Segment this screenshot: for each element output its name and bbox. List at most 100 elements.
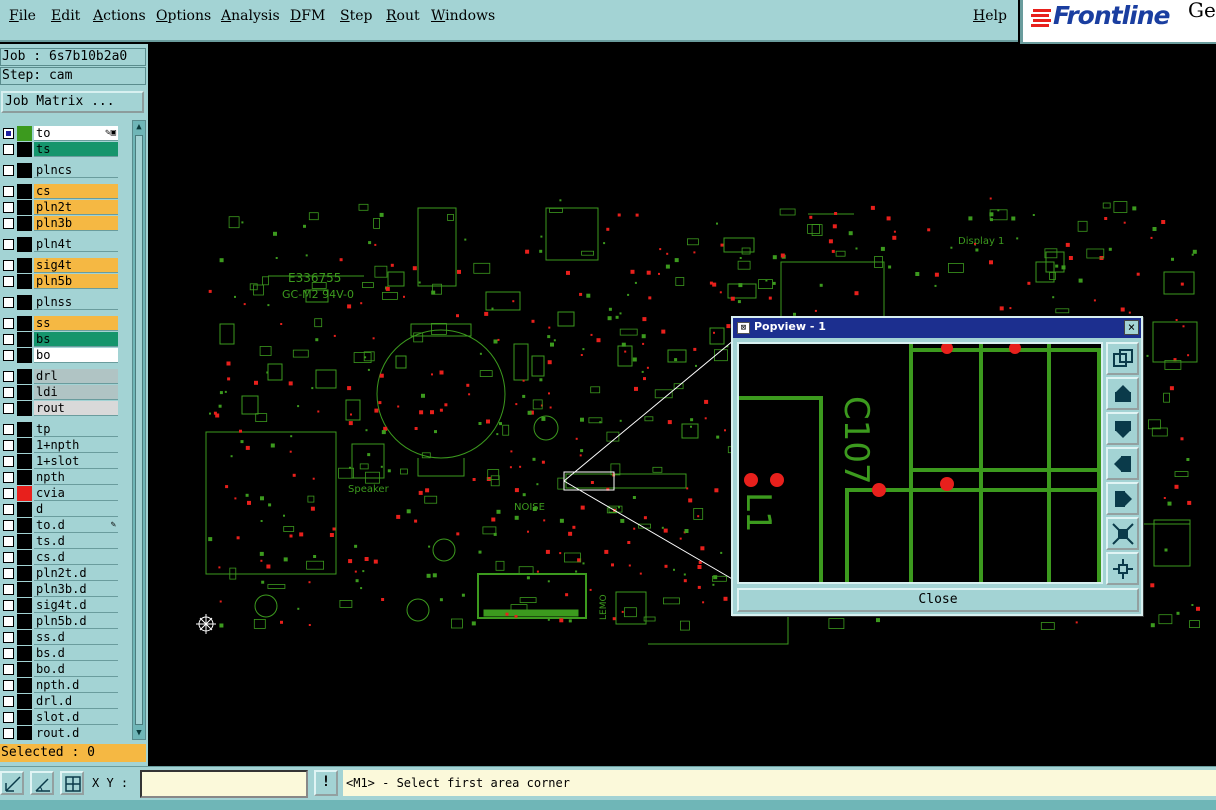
menu-rout[interactable]: Rout: [386, 8, 420, 24]
graphic-canvas[interactable]: E336755 GC-M2 94V-0 Display 1 Speaker NO…: [148, 44, 1216, 766]
layer-color-swatch[interactable]: [17, 470, 32, 485]
menu-actions[interactable]: Actions: [93, 8, 146, 24]
layer-checkbox[interactable]: [3, 371, 14, 382]
layer-checkbox[interactable]: [3, 632, 14, 643]
layer-name[interactable]: 1+npth: [34, 438, 118, 453]
layer-color-swatch[interactable]: [17, 274, 32, 289]
layer-name[interactable]: pln5b: [34, 274, 118, 289]
layer-checkbox[interactable]: [3, 472, 14, 483]
scroll-down-icon[interactable]: ▼: [133, 727, 145, 739]
layer-color-swatch[interactable]: [17, 662, 32, 677]
layer-checkbox[interactable]: [3, 600, 14, 611]
layer-name[interactable]: bo.d: [34, 662, 118, 677]
layer-color-swatch[interactable]: [17, 369, 32, 384]
layer-checkbox[interactable]: [3, 680, 14, 691]
popview-window[interactable]: ⊠ Popview - 1 × C107 L1 Close: [731, 316, 1143, 616]
layer-color-swatch[interactable]: [17, 726, 32, 740]
layer-checkbox[interactable]: [3, 260, 14, 271]
layer-color-swatch[interactable]: [17, 710, 32, 725]
layer-name[interactable]: ts.d: [34, 534, 118, 549]
layer-checkbox[interactable]: [3, 424, 14, 435]
layer-name[interactable]: tp: [34, 422, 118, 437]
layer-row[interactable]: npth.d: [0, 678, 118, 693]
layer-checkbox[interactable]: [3, 403, 14, 414]
layer-name[interactable]: pln4t: [34, 237, 118, 252]
layer-row[interactable]: tp: [0, 422, 118, 437]
layer-name[interactable]: bs: [34, 332, 118, 347]
layer-checkbox[interactable]: [3, 568, 14, 579]
xy-coordinate-input[interactable]: [140, 770, 308, 798]
angle-icon[interactable]: [30, 771, 54, 795]
layer-color-swatch[interactable]: [17, 598, 32, 613]
layer-name[interactable]: pln5b.d: [34, 614, 118, 629]
menu-step[interactable]: Step: [340, 8, 372, 24]
layer-name[interactable]: ss.d: [34, 630, 118, 645]
zoom-in-icon[interactable]: [1106, 517, 1139, 550]
layer-color-swatch[interactable]: [17, 216, 32, 231]
layer-checkbox[interactable]: [3, 648, 14, 659]
layer-row[interactable]: d: [0, 502, 118, 517]
layer-color-swatch[interactable]: [17, 200, 32, 215]
layer-checkbox[interactable]: [3, 440, 14, 451]
layer-row[interactable]: rout.d: [0, 726, 118, 740]
layer-color-swatch[interactable]: [17, 582, 32, 597]
system-menu-icon[interactable]: ⊠: [737, 322, 750, 334]
layer-row[interactable]: to ✎▣: [0, 126, 118, 141]
layer-color-swatch[interactable]: [17, 534, 32, 549]
layer-name[interactable]: plncs: [34, 163, 118, 178]
layer-name[interactable]: ldi: [34, 385, 118, 400]
layer-checkbox[interactable]: [3, 318, 14, 329]
layer-color-swatch[interactable]: [17, 518, 32, 533]
layer-color-swatch[interactable]: [17, 163, 32, 178]
layer-color-swatch[interactable]: [17, 678, 32, 693]
layer-color-swatch[interactable]: [17, 385, 32, 400]
layer-name[interactable]: 1+slot: [34, 454, 118, 469]
layer-name[interactable]: ts: [34, 142, 118, 157]
layer-row[interactable]: pln5b: [0, 274, 118, 289]
layer-row[interactable]: sig4t.d: [0, 598, 118, 613]
layer-color-swatch[interactable]: [17, 566, 32, 581]
popview-close-button[interactable]: Close: [737, 588, 1139, 612]
layer-name[interactable]: bo: [34, 348, 118, 363]
layer-row[interactable]: cs.d: [0, 550, 118, 565]
layer-row[interactable]: plnss: [0, 295, 118, 310]
layer-checkbox[interactable]: [3, 128, 14, 139]
layer-color-swatch[interactable]: [17, 486, 32, 501]
layer-name[interactable]: cvia: [34, 486, 118, 501]
layer-name[interactable]: cs.d: [34, 550, 118, 565]
layer-name[interactable]: ss: [34, 316, 118, 331]
scroll-thumb[interactable]: [135, 135, 143, 725]
layer-row[interactable]: sig4t: [0, 258, 118, 273]
layer-row[interactable]: pln5b.d: [0, 614, 118, 629]
layer-row[interactable]: cs: [0, 184, 118, 199]
menu-help[interactable]: Help: [973, 8, 1007, 24]
popview-titlebar[interactable]: ⊠ Popview - 1 ×: [733, 318, 1141, 338]
layer-row[interactable]: ldi: [0, 385, 118, 400]
menu-dfm[interactable]: DFM: [290, 8, 325, 24]
layer-name[interactable]: to.d ✎: [34, 518, 118, 533]
menu-edit[interactable]: Edit: [51, 8, 80, 24]
layer-scrollbar[interactable]: ▲ ▼: [132, 120, 146, 740]
job-matrix-button[interactable]: Job Matrix ...: [1, 91, 144, 113]
popview-canvas[interactable]: C107 L1: [737, 342, 1103, 584]
zoom-window-icon[interactable]: [1106, 342, 1139, 375]
layer-checkbox[interactable]: [3, 712, 14, 723]
layer-checkbox[interactable]: [3, 728, 14, 739]
layer-row[interactable]: bo.d: [0, 662, 118, 677]
layer-checkbox[interactable]: [3, 218, 14, 229]
layer-checkbox[interactable]: [3, 584, 14, 595]
pan-up-icon[interactable]: [1106, 377, 1139, 410]
layer-checkbox[interactable]: [3, 696, 14, 707]
layer-name[interactable]: drl: [34, 369, 118, 384]
snap-grid-icon[interactable]: [60, 771, 84, 795]
layer-name[interactable]: pln3b.d: [34, 582, 118, 597]
layer-row[interactable]: bs: [0, 332, 118, 347]
layer-name[interactable]: slot.d: [34, 710, 118, 725]
layer-name[interactable]: to ✎▣: [34, 126, 118, 141]
menu-analysis[interactable]: Analysis: [221, 8, 280, 24]
layer-row[interactable]: rout: [0, 401, 118, 416]
layer-checkbox[interactable]: [3, 165, 14, 176]
layer-color-swatch[interactable]: [17, 438, 32, 453]
popview-close-icon[interactable]: ×: [1124, 320, 1139, 335]
layer-name[interactable]: rout: [34, 401, 118, 416]
